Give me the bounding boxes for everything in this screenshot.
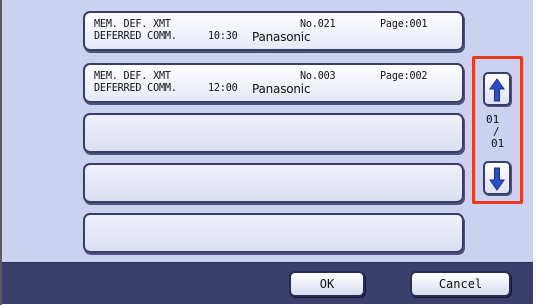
job-page: Page:002 bbox=[380, 69, 428, 82]
current-page: 01 bbox=[486, 113, 500, 126]
job-list-panel: MEM. DEF. XMT DEFERRED COMM. 10:30 No.02… bbox=[2, 0, 533, 262]
list-item-empty[interactable] bbox=[83, 163, 464, 203]
list-item-empty[interactable] bbox=[83, 213, 464, 253]
cancel-button[interactable]: Cancel bbox=[410, 271, 511, 297]
list-item-empty[interactable] bbox=[83, 113, 464, 153]
total-pages: 01 bbox=[491, 137, 505, 150]
job-number: No.003 bbox=[300, 69, 336, 82]
list-item[interactable]: MEM. DEF. XMT DEFERRED COMM. 12:00 No.00… bbox=[83, 63, 464, 103]
page-indicator: 01 / 01 bbox=[484, 114, 514, 158]
job-destination: Panasonic bbox=[252, 82, 311, 96]
job-time: 10:30 bbox=[208, 29, 238, 42]
arrow-up-icon bbox=[489, 78, 505, 102]
scroll-down-button[interactable] bbox=[483, 161, 511, 195]
scroll-up-button[interactable] bbox=[483, 72, 511, 106]
ok-button[interactable]: OK bbox=[289, 271, 365, 297]
arrow-down-icon bbox=[489, 167, 505, 191]
job-status: DEFERRED COMM. bbox=[94, 81, 177, 94]
job-time: 12:00 bbox=[208, 81, 238, 94]
job-destination: Panasonic bbox=[252, 30, 311, 44]
job-number: No.021 bbox=[300, 17, 336, 30]
list-item[interactable]: MEM. DEF. XMT DEFERRED COMM. 10:30 No.02… bbox=[83, 11, 464, 51]
job-status: DEFERRED COMM. bbox=[94, 29, 177, 42]
job-page: Page:001 bbox=[380, 17, 428, 30]
page-separator: / bbox=[493, 125, 500, 138]
